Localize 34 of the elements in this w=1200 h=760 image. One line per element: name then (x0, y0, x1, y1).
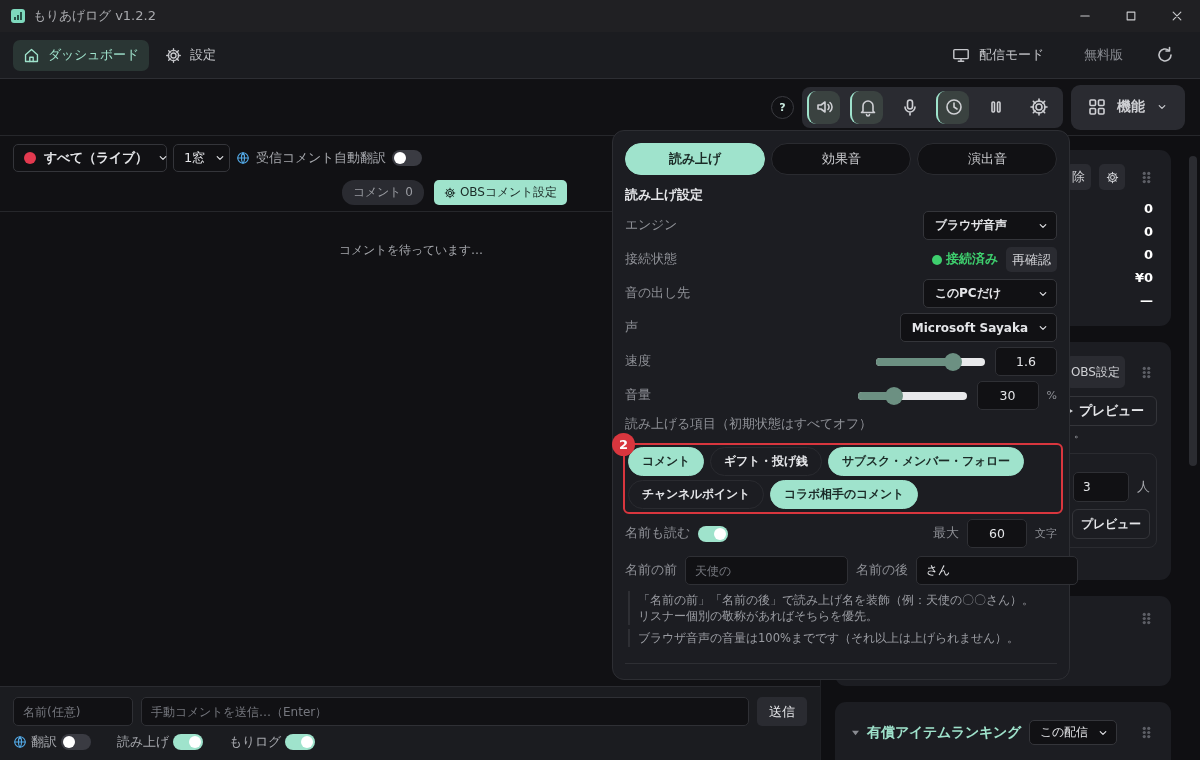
auto-translate-label: 受信コメント自動翻訳 (256, 149, 386, 167)
unit-label: 文字 (1035, 526, 1057, 541)
switch-label: もりログ (229, 733, 281, 751)
stat-value: 0 (1143, 223, 1153, 241)
annotation-badge: 2 (612, 433, 635, 456)
items-label: 読み上げる項目（初期状態はすべてオフ） (625, 416, 873, 433)
unit-label: 人 (1137, 478, 1150, 496)
field-label: 名前も読む (625, 525, 690, 542)
connection-status: 接続済み (932, 251, 998, 268)
switch-label: 翻訳 (31, 733, 57, 751)
stat-value: ¥0 (1134, 269, 1153, 287)
stat-value: 0 (1143, 200, 1153, 218)
field-label: 名前の後 (856, 562, 908, 579)
plan-label: 無料版 (1084, 46, 1123, 64)
section-heading: 読み上げ設定 (625, 187, 704, 204)
field-label: 最大 (933, 525, 959, 542)
field-label: 声 (625, 319, 638, 336)
comment-count: コメント 0 (342, 180, 424, 205)
field-label: 接続状態 (625, 251, 677, 268)
hint-text: リスナー個別の敬称があればそちらを優先。 (638, 608, 879, 624)
empty-message: コメントを待っています… (339, 242, 483, 259)
hint-text: ブラウザ音声の音量は100%までです（それ以上は上げられません）。 (638, 630, 1020, 646)
stat-value: 0 (1143, 246, 1153, 264)
field-label: 音量 (625, 387, 651, 404)
stat-value: — (1140, 292, 1153, 310)
field-label: 音の出し先 (625, 285, 690, 302)
section-title: 有償アイテムランキング (867, 723, 1021, 742)
field-label: 速度 (625, 353, 651, 370)
note-text: 。 (1074, 426, 1085, 441)
field-label: 名前の前 (625, 562, 677, 579)
hint-text: 「名前の前」「名前の後」で読み上げ名を装飾（例：天使の〇〇さん）。 (638, 592, 1035, 608)
switch-label: 読み上げ (117, 733, 169, 751)
field-label: エンジン (625, 217, 677, 234)
window-title: もりあげログ v1.2.2 (33, 7, 156, 25)
